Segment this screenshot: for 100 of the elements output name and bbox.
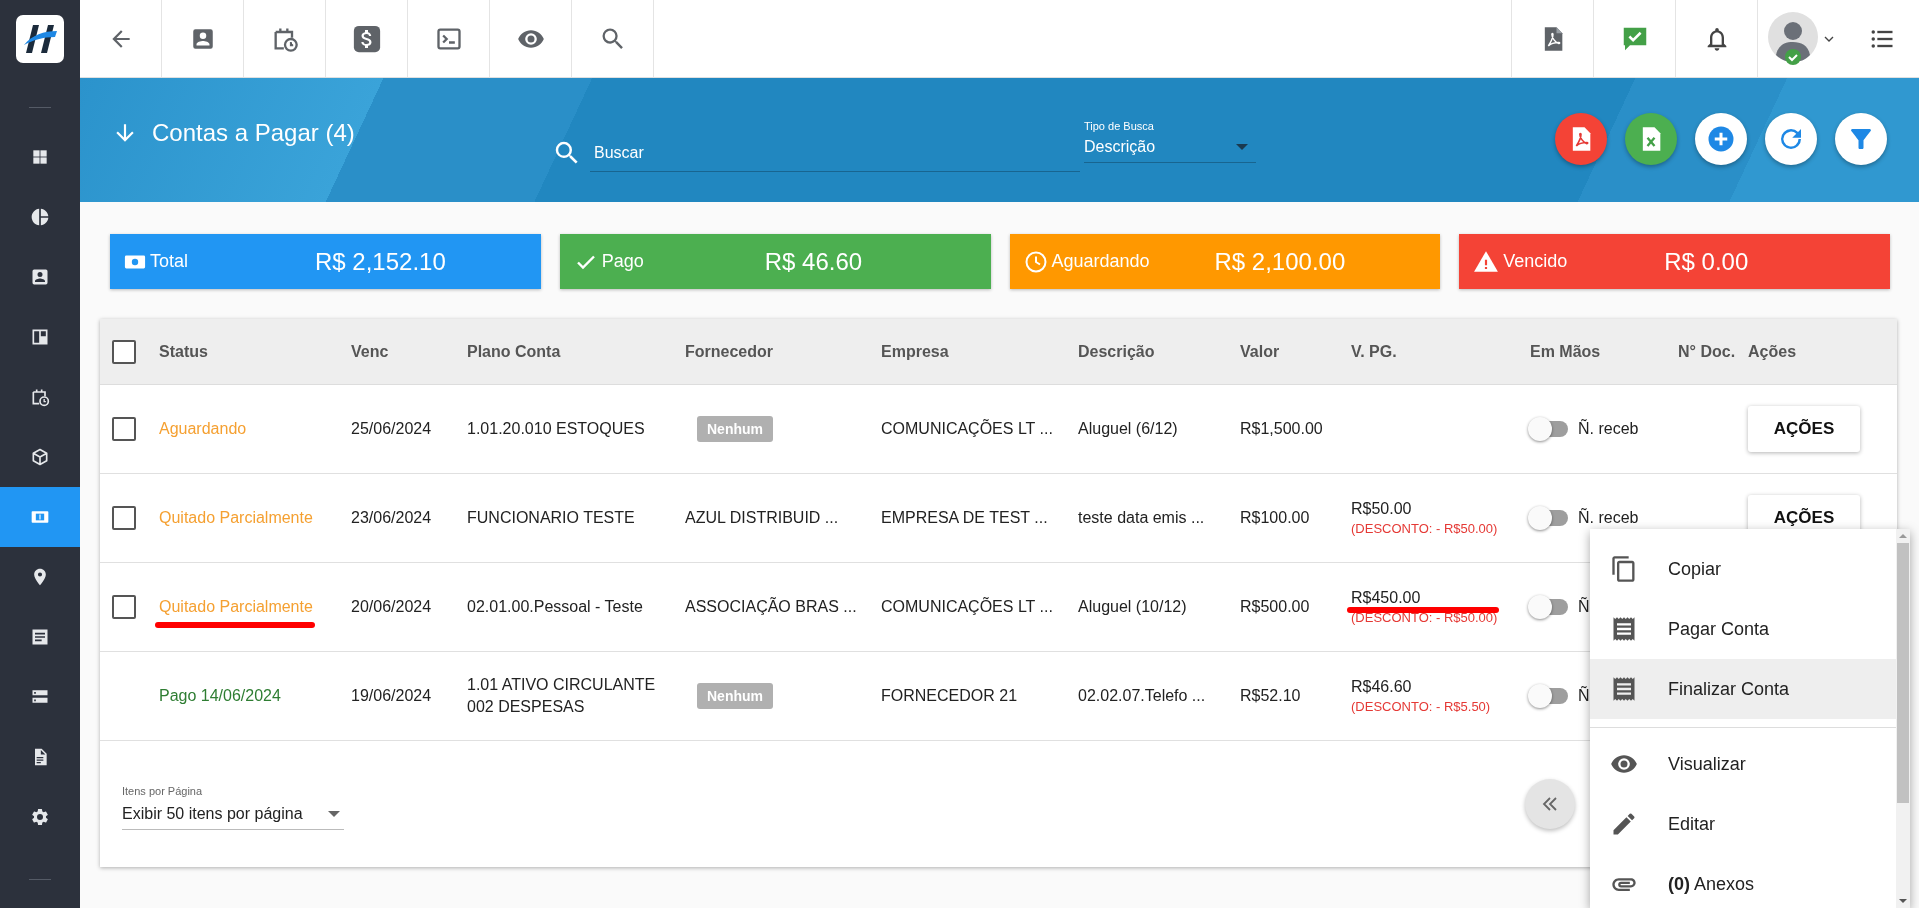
- actions-button[interactable]: AÇÕES: [1748, 406, 1860, 452]
- menu-item-label: Finalizar Conta: [1668, 678, 1790, 700]
- row-checkbox[interactable]: [112, 417, 136, 441]
- summary-value: R$ 0.00: [1664, 247, 1750, 276]
- menu-item-label: Pagar Conta: [1668, 618, 1770, 640]
- scrollbar[interactable]: [1896, 529, 1910, 908]
- pie-chart-icon: [30, 207, 50, 227]
- table-cell-text: Aluguel (10/12): [1078, 598, 1188, 616]
- status-text: Quitado Parcialmente: [159, 598, 313, 615]
- search-type-select[interactable]: Tipo de Busca Descrição: [1084, 120, 1256, 163]
- cube-icon: [30, 447, 50, 467]
- table-cell-text: AZUL DISTRIBUID ...: [685, 509, 840, 527]
- table-cell-text: 02.02.07.Telefo ...: [1078, 687, 1207, 705]
- menu-item[interactable]: Copiar: [1590, 539, 1896, 599]
- clock-icon: [1023, 249, 1048, 274]
- toggle-label: Ñ: [1578, 598, 1590, 616]
- table-cell-text: R$100.00: [1240, 509, 1311, 527]
- summary-value: R$ 2,152.10: [315, 247, 447, 276]
- caret-icon: [1236, 144, 1248, 150]
- menu-item[interactable]: Finalizar Conta: [1590, 659, 1896, 719]
- table-cell-text: 1.01.20.010 ESTOQUES: [467, 419, 646, 440]
- status-text: Quitado Parcialmente: [159, 509, 313, 526]
- logo[interactable]: [16, 15, 64, 63]
- table-cell-text: R$52.10: [1240, 687, 1302, 705]
- column-header: Status: [159, 342, 209, 361]
- search-field[interactable]: Buscar: [590, 134, 1080, 172]
- menu-item-label: Copiar: [1668, 558, 1722, 580]
- row-checkbox[interactable]: [112, 506, 136, 530]
- table-cell-text: FUNCIONARIO TESTE: [467, 508, 636, 529]
- column-header: V. PG.: [1351, 342, 1398, 361]
- filter-button[interactable]: [1835, 113, 1887, 165]
- column-header: Ações: [1748, 342, 1798, 361]
- column-header: Descrição: [1078, 342, 1156, 361]
- discount-text: (DESCONTO: - R$50.00): [1351, 610, 1498, 625]
- menu-item-label: Editar: [1668, 813, 1716, 835]
- summary-label: Pago: [601, 251, 644, 272]
- table-cell-text: 19/06/2024: [351, 687, 433, 705]
- menu-item[interactable]: Visualizar: [1590, 734, 1896, 794]
- menu-item[interactable]: Pagar Conta: [1590, 599, 1896, 659]
- table-cell-text: R$1,500.00: [1240, 420, 1324, 438]
- avatar-icon: [1766, 10, 1819, 67]
- table-cell-text: 02.01.00.Pessoal - Teste: [467, 597, 644, 618]
- row-checkbox[interactable]: [112, 595, 136, 619]
- add-button[interactable]: [1695, 113, 1747, 165]
- table-cell-text: 1.01 ATIVO CIRCULANTE 002 DESPESAS: [467, 675, 657, 717]
- toggle-label: Ñ: [1578, 687, 1590, 705]
- table-cell: R$450.00: [1351, 589, 1421, 606]
- menu-item[interactable]: Editar: [1590, 794, 1896, 854]
- table-cell-text: Aluguel (6/12): [1078, 420, 1179, 438]
- items-per-page-select[interactable]: Itens por Página Exibir 50 itens por página: [122, 784, 344, 830]
- empty-tag: Nenhum: [697, 416, 773, 442]
- export-excel-button[interactable]: [1625, 113, 1677, 165]
- status-text: Aguardando: [159, 420, 247, 437]
- table-cell-text: EMPRESA DE TEST ...: [881, 509, 1049, 527]
- grid-icon: [30, 147, 50, 167]
- copy-icon: [1610, 555, 1638, 583]
- table-cell: R$46.60: [1351, 678, 1412, 695]
- table-cell-text: 25/06/2024: [351, 420, 433, 438]
- table-cell-text: 20/06/2024: [351, 598, 433, 616]
- board-icon: [30, 327, 50, 347]
- summary-label: Vencido: [1503, 251, 1568, 272]
- column-header: Empresa: [881, 342, 950, 361]
- table-cell-text: 23/06/2024: [351, 509, 433, 527]
- menu-item-label: (0) Anexos: [1668, 873, 1755, 895]
- toggle-label: Ñ. receb: [1578, 420, 1639, 438]
- export-pdf-button[interactable]: [1555, 113, 1607, 165]
- empty-tag: Nenhum: [697, 683, 773, 709]
- column-header: Fornecedor: [685, 342, 774, 361]
- list-document-icon: [30, 627, 50, 647]
- column-header: Venc: [351, 342, 390, 361]
- column-header: N° Doc.: [1678, 342, 1737, 361]
- first-page-button[interactable]: [1525, 779, 1575, 829]
- table-cell-text: COMUNICAÇÕES LT ...: [881, 598, 1054, 616]
- summary-label: Total: [150, 251, 189, 272]
- page-title: Contas a Pagar (4): [152, 119, 355, 147]
- toggle-label: Ñ. receb: [1578, 509, 1639, 527]
- summary-value: R$ 2,100.00: [1214, 247, 1347, 276]
- column-header: Plano Conta: [467, 342, 562, 361]
- discount-text: (DESCONTO: - R$5.50): [1351, 699, 1491, 714]
- refresh-button[interactable]: [1765, 113, 1817, 165]
- select-all-checkbox[interactable]: [112, 339, 136, 364]
- table-cell-text: FORNECEDOR 21: [881, 687, 1019, 705]
- table-cell-text: teste data emis ...: [1078, 509, 1206, 527]
- plus-circle-icon: [1706, 124, 1736, 154]
- menu-item-label: Visualizar: [1668, 753, 1746, 775]
- summary-label: Aguardando: [1051, 251, 1150, 272]
- column-header: Em Mãos: [1530, 342, 1602, 361]
- discount-text: (DESCONTO: - R$50.00): [1351, 521, 1498, 536]
- contact-card-icon: [30, 267, 50, 287]
- table-cell: R$50.00: [1351, 500, 1412, 517]
- caret-icon: [328, 810, 340, 817]
- scroll-down-icon[interactable]: [1899, 899, 1907, 903]
- settings-icon: [30, 807, 50, 827]
- calendar-clock-icon: [30, 387, 50, 407]
- table-cell-text: R$500.00: [1240, 598, 1311, 616]
- table-cell-text: ASSOCIAÇÃO BRAS ...: [685, 598, 858, 616]
- status-text: Pago 14/06/2024: [159, 687, 281, 704]
- table-cell-text: COMUNICAÇÕES LT ...: [881, 420, 1054, 438]
- column-header: Valor: [1240, 342, 1281, 361]
- menu-item[interactable]: (0) Anexos: [1590, 854, 1896, 908]
